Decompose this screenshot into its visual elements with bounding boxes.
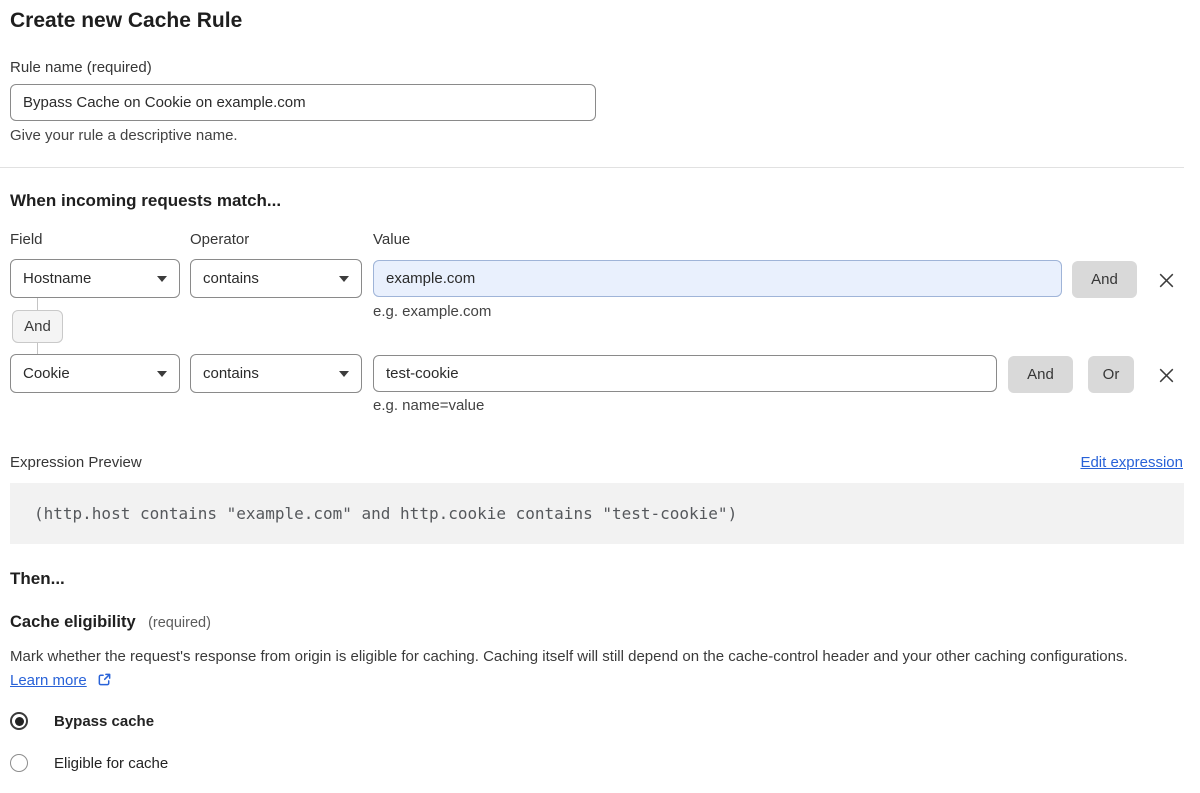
eligibility-description: Mark whether the request's response from… (10, 645, 1170, 693)
value-example-row1: e.g. example.com (373, 303, 492, 320)
chevron-down-icon (157, 275, 167, 282)
value-input-row1[interactable] (373, 260, 1062, 297)
column-label-field: Field (10, 231, 43, 248)
field-select-row1-value: Hostname (23, 270, 92, 287)
rule-name-label: Rule name (required) (10, 59, 152, 76)
field-select-row2[interactable]: Cookie (10, 354, 180, 393)
remove-condition-button-row1[interactable] (1152, 266, 1180, 294)
chevron-down-icon (339, 370, 349, 377)
add-or-condition-button-row2[interactable]: Or (1088, 356, 1134, 393)
operator-select-row2[interactable]: contains (190, 354, 362, 393)
radio-dot (14, 716, 24, 726)
chevron-down-icon (157, 370, 167, 377)
operator-select-row1[interactable]: contains (190, 259, 362, 298)
connector-line-top (37, 298, 38, 310)
operator-select-row2-value: contains (203, 365, 259, 382)
radio-label-eligible-for-cache: Eligible for cache (54, 754, 169, 772)
add-and-condition-button-row1[interactable]: And (1072, 261, 1137, 298)
close-icon (1159, 273, 1173, 287)
field-select-row2-value: Cookie (23, 365, 70, 382)
expression-preview-label: Expression Preview (10, 454, 142, 471)
radio-selected-icon[interactable] (10, 712, 28, 730)
eligibility-heading: Cache eligibility (10, 613, 136, 631)
rule-name-input[interactable] (10, 84, 596, 121)
remove-condition-button-row2[interactable] (1152, 361, 1180, 389)
radio-option-bypass-cache[interactable]: Bypass cache (10, 712, 154, 730)
value-example-row2: e.g. name=value (373, 397, 485, 414)
column-label-operator: Operator (190, 231, 250, 248)
external-link-icon (98, 673, 111, 686)
eligibility-required-note: (required) (148, 615, 211, 631)
expression-code: (http.host contains "example.com" and ht… (34, 504, 738, 523)
connector-and-chip[interactable]: And (12, 310, 63, 343)
close-icon (1159, 368, 1173, 382)
page-title: Create new Cache Rule (10, 9, 243, 32)
value-input-row2[interactable] (373, 355, 997, 392)
field-select-row1[interactable]: Hostname (10, 259, 180, 298)
radio-option-eligible-for-cache[interactable]: Eligible for cache (10, 754, 168, 772)
expression-code-block: (http.host contains "example.com" and ht… (10, 483, 1184, 544)
add-and-condition-button-row2[interactable]: And (1008, 356, 1073, 393)
then-heading: Then... (10, 569, 65, 588)
learn-more-link[interactable]: Learn more (10, 672, 87, 689)
column-label-value: Value (373, 231, 411, 248)
eligibility-heading-row: Cache eligibility (required) (10, 613, 211, 632)
match-heading: When incoming requests match... (10, 191, 282, 210)
radio-label-bypass-cache: Bypass cache (54, 712, 155, 730)
eligibility-description-text: Mark whether the request's response from… (10, 648, 1128, 665)
chevron-down-icon (339, 275, 349, 282)
operator-select-row1-value: contains (203, 270, 259, 287)
create-cache-rule-page: Create new Cache Rule Rule name (require… (0, 0, 1200, 793)
radio-unselected-icon[interactable] (10, 754, 28, 772)
rule-name-helper: Give your rule a descriptive name. (10, 127, 238, 144)
section-divider (0, 167, 1184, 168)
edit-expression-link[interactable]: Edit expression (1080, 454, 1183, 471)
